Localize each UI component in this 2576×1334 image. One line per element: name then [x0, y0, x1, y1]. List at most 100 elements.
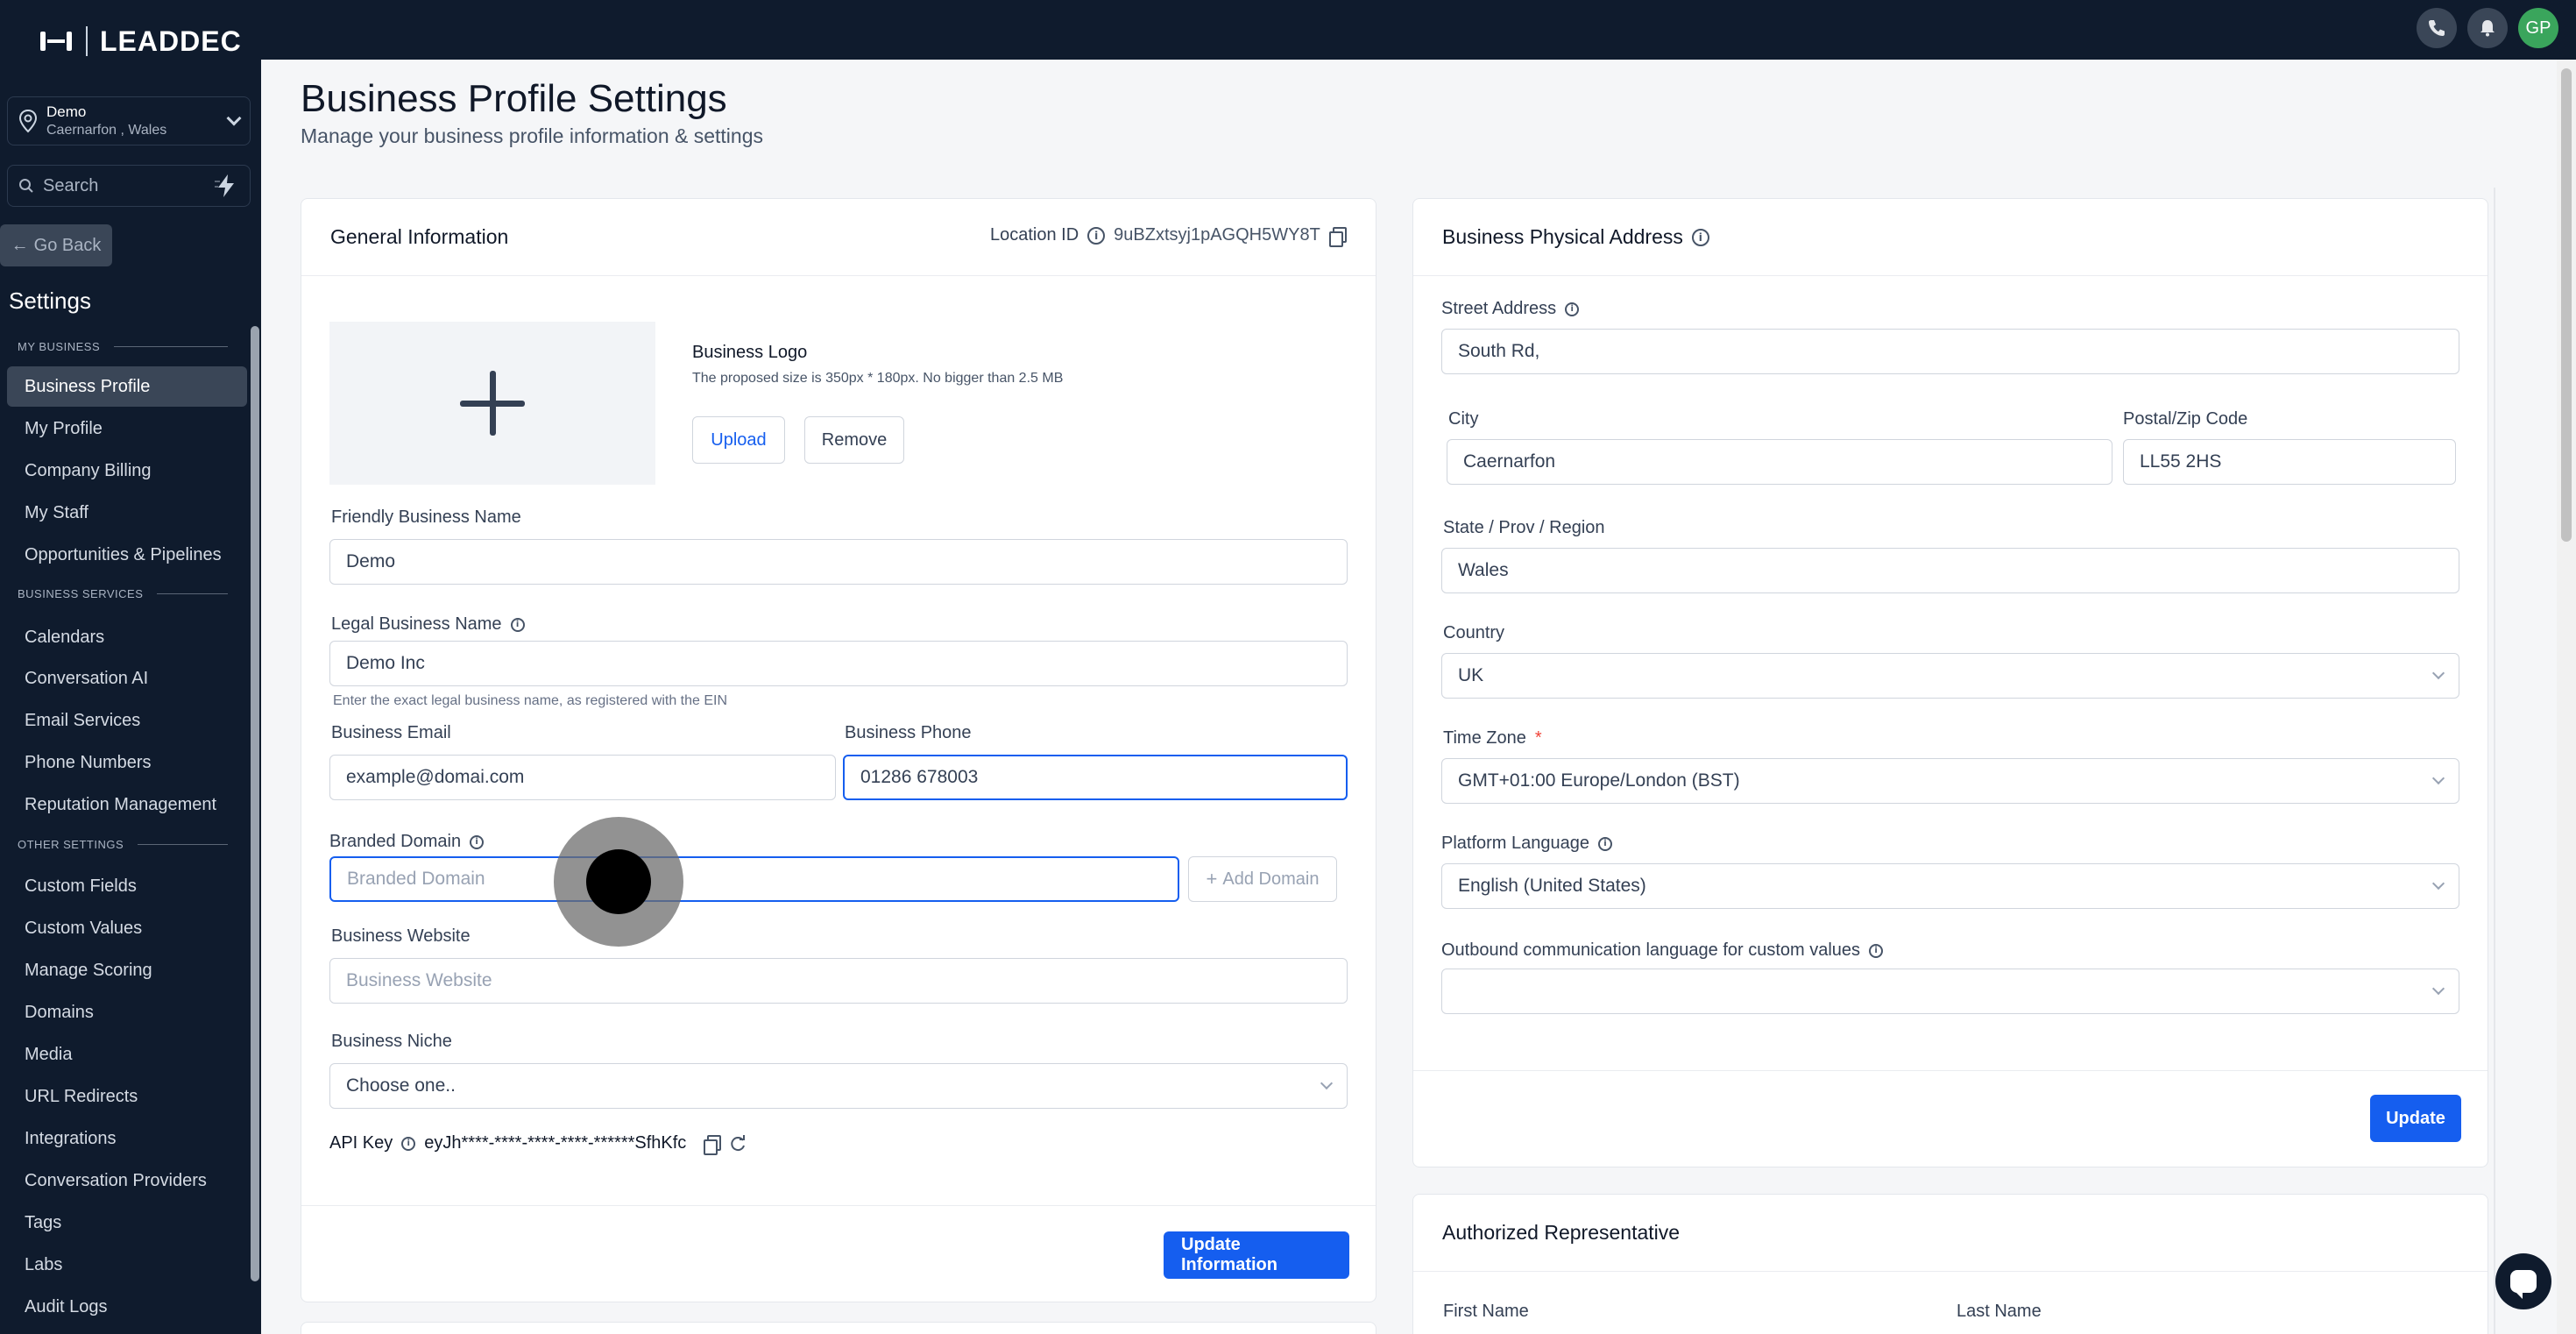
section-heading-my-business: MY BUSINESS — [18, 340, 228, 353]
sidebar-item-integrations[interactable]: Integrations — [7, 1118, 247, 1159]
scrollbar-thumb[interactable] — [2561, 68, 2572, 542]
sidebar-item-audit-logs[interactable]: Audit Logs — [7, 1287, 247, 1327]
country-value: UK — [1458, 665, 1484, 685]
business-niche-select[interactable]: Choose one.. — [329, 1063, 1348, 1109]
top-bar: GP — [261, 0, 2576, 60]
business-logo-title: Business Logo — [692, 343, 808, 362]
card-header: General Information Location ID i 9uBZxt… — [301, 199, 1376, 276]
business-address-title-row: Business Physical Address i — [1442, 225, 1709, 249]
last-name-label: Last Name — [1957, 1302, 2042, 1321]
info-icon[interactable]: i — [1869, 943, 1884, 958]
search-input[interactable]: Search — [43, 176, 204, 196]
friendly-name-input[interactable]: Demo — [329, 539, 1348, 585]
branded-domain-input[interactable]: Branded Domain — [329, 856, 1179, 902]
panel-divider — [2494, 188, 2495, 1334]
page-title: Business Profile Settings — [301, 77, 727, 120]
sidebar-item-my-staff[interactable]: My Staff — [7, 493, 247, 533]
plus-icon: + — [1206, 868, 1218, 890]
sidebar-item-url-redirects[interactable]: URL Redirects — [7, 1076, 247, 1117]
sidebar-scrollbar[interactable] — [251, 326, 259, 1281]
update-information-button[interactable]: Update Information — [1164, 1231, 1349, 1279]
lightning-icon[interactable] — [213, 173, 239, 199]
timezone-value: GMT+01:00 Europe/London (BST) — [1458, 770, 1740, 791]
info-icon[interactable]: i — [470, 834, 485, 849]
info-icon[interactable]: i — [401, 1136, 416, 1151]
sidebar-item-media[interactable]: Media — [7, 1034, 247, 1075]
platform-language-value: English (United States) — [1458, 876, 1646, 896]
legal-name-input[interactable]: Demo Inc — [329, 641, 1348, 686]
location-id-row: Location ID i 9uBZxtsyj1pAGQH5WY8T — [990, 225, 1347, 247]
phone-icon[interactable] — [2417, 8, 2457, 48]
go-back-button[interactable]: ← Go Back — [0, 224, 112, 266]
update-address-button[interactable]: Update — [2370, 1095, 2461, 1142]
sidebar-item-opportunities-pipelines[interactable]: Opportunities & Pipelines — [7, 535, 247, 575]
business-email-input[interactable]: example@domai.com — [329, 755, 836, 800]
sidebar-item-company-billing[interactable]: Company Billing — [7, 451, 247, 491]
sidebar-item-reputation-management[interactable]: Reputation Management — [7, 784, 247, 825]
business-website-input[interactable]: Business Website — [329, 958, 1348, 1004]
business-address-title: Business Physical Address — [1442, 225, 1683, 248]
logo-upload-dropzone[interactable] — [329, 322, 655, 485]
clipboard-icon[interactable] — [704, 1134, 722, 1155]
sidebar-item-domains[interactable]: Domains — [7, 992, 247, 1032]
state-input[interactable]: Wales — [1441, 548, 2459, 593]
main-scrollbar[interactable] — [2557, 60, 2576, 1334]
info-icon[interactable]: i — [510, 617, 525, 632]
street-address-input[interactable]: South Rd, — [1441, 329, 2459, 374]
chat-widget-button[interactable] — [2495, 1253, 2551, 1309]
sidebar-item-custom-values[interactable]: Custom Values — [7, 908, 247, 948]
settings-title: Settings — [9, 287, 91, 314]
authorized-representative-title: Authorized Representative — [1442, 1221, 1681, 1244]
sidebar-item-conversation-providers[interactable]: Conversation Providers — [7, 1160, 247, 1201]
branded-domain-label: Branded Domain — [329, 832, 462, 851]
sidebar-item-business-profile[interactable]: Business Profile — [7, 366, 247, 407]
city-input[interactable]: Caernarfon — [1447, 439, 2112, 485]
postal-code-input[interactable]: LL55 2HS — [2123, 439, 2456, 485]
remove-button[interactable]: Remove — [804, 416, 904, 464]
sidebar-item-calendars[interactable]: Calendars — [7, 617, 247, 657]
go-back-label: Go Back — [33, 235, 102, 255]
bell-icon[interactable] — [2467, 8, 2508, 48]
outbound-language-select[interactable] — [1441, 969, 2459, 1014]
timezone-select[interactable]: GMT+01:00 Europe/London (BST) — [1441, 758, 2459, 804]
platform-language-label-row: Platform Language i — [1441, 834, 1613, 854]
chevron-down-icon — [2431, 982, 2445, 996]
outbound-language-label-row: Outbound communication language for cust… — [1441, 940, 1884, 961]
card-footer-divider — [1413, 1070, 2488, 1071]
sidebar-item-phone-numbers[interactable]: Phone Numbers — [7, 742, 247, 783]
platform-language-select[interactable]: English (United States) — [1441, 863, 2459, 909]
copy-icon[interactable] — [1328, 226, 1347, 247]
chat-bubble-icon — [2510, 1270, 2537, 1299]
business-email-label: Business Email — [331, 723, 451, 742]
search-icon — [19, 179, 33, 193]
info-icon[interactable]: i — [1598, 836, 1613, 851]
sidebar-item-manage-scoring[interactable]: Manage Scoring — [7, 950, 247, 990]
timezone-label-row: Time Zone * — [1443, 728, 1542, 749]
timezone-label: Time Zone — [1443, 728, 1526, 748]
legal-name-label-row: Legal Business Name i — [331, 614, 525, 635]
avatar[interactable]: GP — [2518, 8, 2558, 48]
sidebar-search[interactable]: Search — [7, 165, 251, 207]
section-heading-business-services: BUSINESS SERVICES — [18, 587, 228, 600]
logo-divider — [86, 26, 88, 56]
refresh-icon[interactable] — [728, 1134, 747, 1153]
sidebar-item-conversation-ai[interactable]: Conversation AI — [7, 658, 247, 699]
info-icon[interactable]: i — [1691, 228, 1709, 246]
business-phone-input[interactable]: 01286 678003 — [843, 755, 1348, 800]
sidebar-item-tags[interactable]: Tags — [7, 1203, 247, 1243]
sidebar-item-labs[interactable]: Labs — [7, 1245, 247, 1285]
info-icon[interactable]: i — [1565, 302, 1580, 316]
required-marker: * — [1534, 728, 1542, 748]
chevron-down-icon — [2431, 666, 2445, 680]
sidebar-item-custom-fields[interactable]: Custom Fields — [7, 866, 247, 906]
chevron-down-icon — [1320, 1076, 1334, 1090]
upload-button[interactable]: Upload — [692, 416, 785, 464]
add-domain-button[interactable]: + Add Domain — [1188, 856, 1337, 902]
sidebar-item-email-services[interactable]: Email Services — [7, 700, 247, 741]
sidebar-item-my-profile[interactable]: My Profile — [7, 408, 247, 449]
country-select[interactable]: UK — [1441, 653, 2459, 699]
brand-logo[interactable]: LEADDEC — [39, 23, 242, 60]
info-icon[interactable]: i — [1087, 226, 1106, 245]
location-switcher[interactable]: Demo Caernarfon , Wales — [7, 96, 251, 145]
street-address-label: Street Address — [1441, 299, 1557, 318]
